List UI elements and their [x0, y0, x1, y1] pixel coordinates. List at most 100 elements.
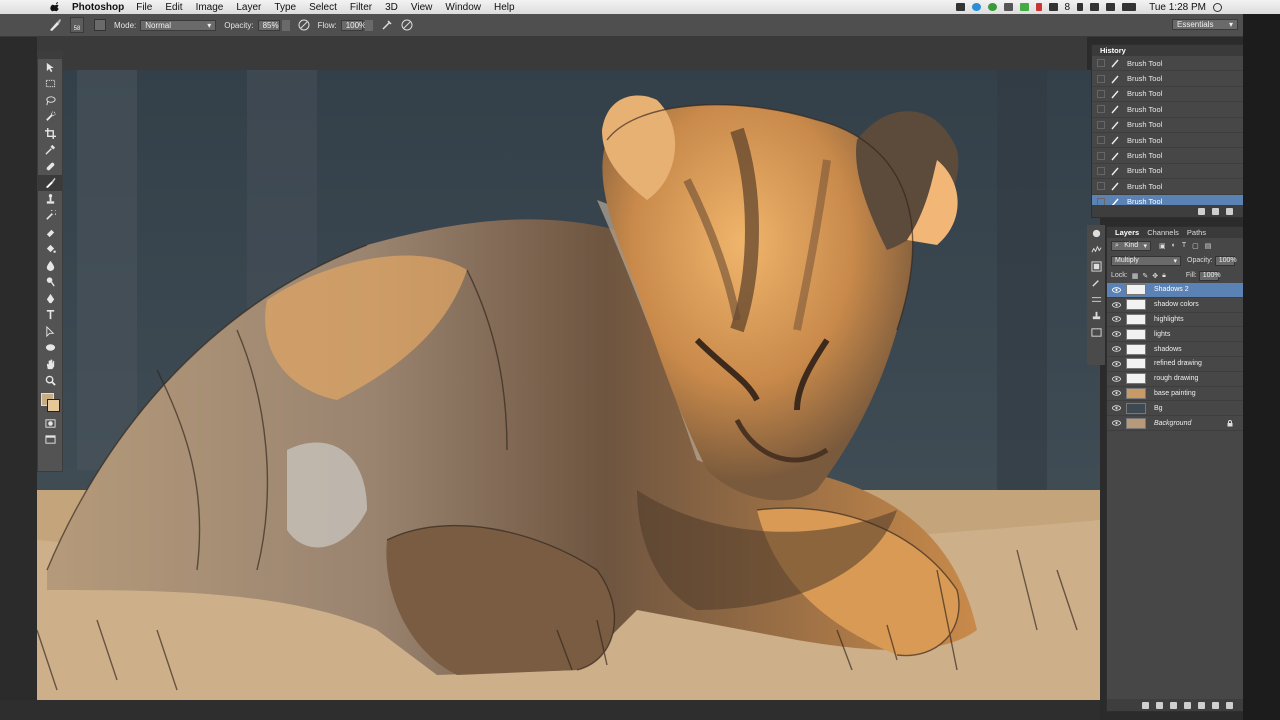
history-state[interactable]: Brush Tool	[1092, 56, 1243, 72]
quick-select-tool-icon[interactable]	[38, 109, 62, 126]
volume-icon[interactable]	[1106, 3, 1116, 11]
dropbox-icon[interactable]	[1003, 3, 1013, 11]
filter-pixel-icon[interactable]: ▣	[1159, 242, 1166, 250]
apple-icon[interactable]	[48, 1, 62, 13]
add-mask-icon[interactable]	[1170, 701, 1177, 709]
eraser-tool-icon[interactable]	[38, 224, 62, 241]
layer-row[interactable]: refined drawing	[1107, 357, 1243, 372]
menu-image[interactable]: Image	[196, 2, 224, 13]
eye-icon[interactable]	[1112, 420, 1121, 426]
wifi-icon[interactable]	[1090, 3, 1100, 11]
path-select-tool-icon[interactable]	[38, 323, 62, 340]
hand-tool-icon[interactable]	[38, 356, 62, 373]
layer-row[interactable]: shadow colors	[1107, 298, 1243, 313]
properties-icon[interactable]	[1087, 258, 1105, 275]
chat-icon[interactable]	[987, 3, 997, 11]
menu-select[interactable]: Select	[309, 2, 337, 13]
screen-record-icon[interactable]	[955, 3, 965, 11]
blend-mode-select[interactable]: Multiply ▾	[1111, 255, 1181, 266]
spotlight-icon[interactable]	[1213, 2, 1222, 12]
app-menu-photoshop[interactable]: Photoshop	[72, 2, 124, 13]
menu-edit[interactable]: Edit	[165, 2, 182, 13]
opacity-slider-toggle-icon[interactable]	[281, 19, 290, 31]
history-brush-tool-icon[interactable]	[38, 208, 62, 225]
clone-stamp-tool-icon[interactable]	[38, 191, 62, 208]
menu-layer[interactable]: Layer	[236, 2, 261, 13]
document-canvas[interactable]	[37, 70, 1100, 700]
time-machine-icon[interactable]	[1048, 3, 1058, 11]
screen-mode-icon[interactable]	[38, 432, 62, 449]
history-state[interactable]: Brush Tool	[1092, 102, 1243, 118]
dodge-tool-icon[interactable]	[38, 274, 62, 291]
layer-row[interactable]: Bg	[1107, 401, 1243, 417]
history-state[interactable]: Brush Tool	[1092, 164, 1243, 180]
lock-transparent-icon[interactable]: ▦	[1132, 272, 1139, 280]
history-snapshot-checkbox[interactable]	[1097, 151, 1105, 160]
history-panel-header[interactable]: History	[1092, 45, 1243, 56]
pressure-size-icon[interactable]	[401, 19, 413, 31]
tab-history[interactable]: History	[1096, 46, 1130, 55]
eye-icon[interactable]	[1112, 346, 1121, 352]
brush-settings-icon[interactable]	[1087, 291, 1105, 308]
menu-type[interactable]: Type	[274, 2, 296, 13]
layer-row-background[interactable]: Background	[1107, 416, 1243, 431]
filter-smart-object-icon[interactable]: ▤	[1205, 242, 1212, 250]
eye-icon[interactable]	[1112, 316, 1121, 323]
type-tool-icon[interactable]	[38, 307, 62, 324]
menu-window[interactable]: Window	[445, 2, 481, 13]
history-snapshot-checkbox[interactable]	[1097, 74, 1105, 83]
filter-adjustment-icon[interactable]: ◐	[1172, 242, 1176, 249]
brush-size-picker[interactable]: 58	[70, 17, 84, 33]
battery-icon[interactable]	[1122, 3, 1137, 11]
new-document-from-state-icon[interactable]	[1198, 207, 1205, 215]
marquee-tool-icon[interactable]	[38, 76, 62, 93]
move-tool-icon[interactable]	[38, 59, 62, 76]
history-state[interactable]: Brush Tool	[1092, 118, 1243, 133]
layer-row[interactable]: lights	[1107, 327, 1243, 343]
quick-mask-icon[interactable]	[38, 415, 62, 432]
history-state[interactable]: Brush Tool	[1092, 87, 1243, 103]
styles-icon[interactable]	[1087, 242, 1105, 259]
menu-help[interactable]: Help	[494, 2, 515, 13]
brush-tool-icon[interactable]	[38, 174, 62, 191]
flow-slider-toggle-icon[interactable]	[364, 19, 373, 31]
lock-all-icon[interactable]: 🔒︎	[1162, 272, 1166, 280]
menu-view[interactable]: View	[411, 2, 433, 13]
tools-panel-header[interactable]	[38, 51, 62, 59]
eye-icon[interactable]	[1112, 287, 1121, 293]
mode-select[interactable]: Normal ▾	[140, 19, 217, 31]
eye-icon[interactable]	[1112, 361, 1121, 367]
adjustments-icon[interactable]	[1087, 225, 1105, 242]
trash-icon[interactable]	[1226, 701, 1233, 709]
camera-snapshot-icon[interactable]	[1212, 207, 1219, 215]
tab-channels[interactable]: Channels	[1143, 228, 1183, 237]
clock[interactable]: Tue 1:28 PM	[1149, 2, 1206, 13]
menu-file[interactable]: File	[136, 2, 152, 13]
tab-layers[interactable]: Layers	[1111, 228, 1143, 237]
history-state[interactable]: Brush Tool	[1092, 133, 1243, 149]
tab-paths[interactable]: Paths	[1183, 228, 1210, 237]
history-snapshot-checkbox[interactable]	[1097, 59, 1105, 68]
new-group-icon[interactable]	[1198, 701, 1205, 709]
opacity-field[interactable]: 85%	[257, 19, 280, 31]
filter-type-icon[interactable]: T	[1182, 242, 1186, 249]
eye-icon[interactable]	[1112, 375, 1121, 382]
adobe-icon-count[interactable]: 8	[1065, 2, 1071, 13]
blur-tool-icon[interactable]	[38, 257, 62, 274]
brush-presets-icon[interactable]	[1087, 275, 1105, 292]
layer-row[interactable]: shadows	[1107, 342, 1243, 357]
document-icon[interactable]	[1035, 3, 1042, 11]
history-snapshot-checkbox[interactable]	[1097, 89, 1105, 98]
menu-3d[interactable]: 3D	[385, 2, 398, 13]
flow-field[interactable]: 100%	[340, 19, 366, 31]
filter-shape-icon[interactable]: ▢	[1192, 242, 1199, 250]
eyedropper-tool-icon[interactable]	[38, 142, 62, 159]
lock-image-icon[interactable]: ✎	[1142, 272, 1148, 280]
history-snapshot-checkbox[interactable]	[1097, 182, 1105, 191]
evernote-icon[interactable]	[1019, 3, 1029, 11]
eye-icon[interactable]	[1112, 390, 1121, 397]
history-state[interactable]: Brush Tool	[1092, 179, 1243, 195]
history-state[interactable]: Brush Tool	[1092, 71, 1243, 87]
layer-opacity-field[interactable]: 100%	[1214, 255, 1237, 266]
lasso-tool-icon[interactable]	[38, 92, 62, 109]
